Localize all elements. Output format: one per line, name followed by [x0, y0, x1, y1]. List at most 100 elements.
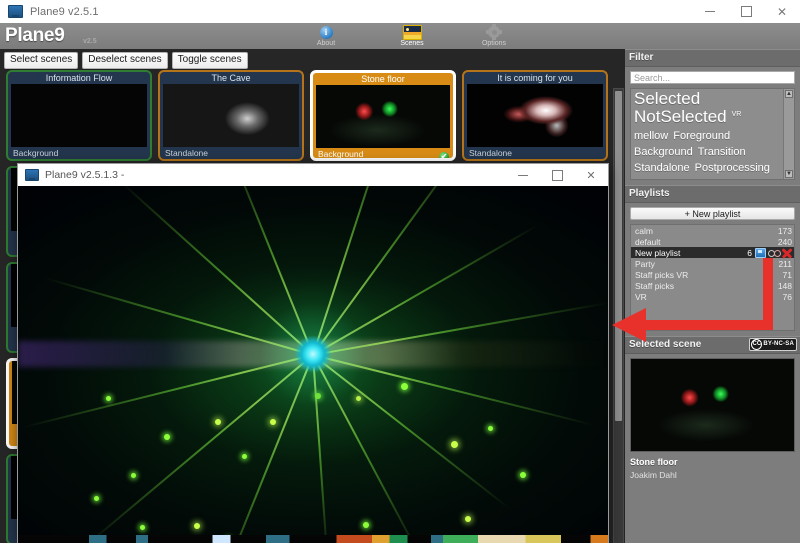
scroll-down-icon[interactable]: ▼ — [785, 170, 793, 178]
app-header: Plane9 v2.5 i About Scenes Options — [0, 23, 800, 50]
nav-tab-options[interactable]: Options — [457, 23, 531, 49]
window-controls: ✕ — [692, 0, 800, 23]
scenes-icon — [402, 24, 422, 40]
scene-category: Standalone — [165, 148, 209, 158]
delete-icon[interactable] — [781, 247, 793, 258]
tag-vr[interactable]: VR — [732, 111, 742, 118]
monitor-icon — [25, 169, 39, 181]
playlist-count: 148 — [777, 280, 792, 291]
close-button[interactable]: ✕ — [764, 0, 800, 23]
scene-toolbar: Select scenes Deselect scenes Toggle sce… — [0, 49, 800, 543]
nav-tab-scenes-label: Scenes — [400, 39, 424, 47]
scene-card-it-is-coming-for-you[interactable]: It is coming for you Standalone — [462, 70, 608, 161]
scene-thumbnail — [316, 85, 450, 148]
os-title-bar: Plane9 v2.5.1 ✕ — [0, 0, 800, 24]
info-icon: i — [319, 25, 333, 39]
tag-standalone[interactable]: Standalone — [634, 163, 690, 174]
playlist-count: 71 — [782, 269, 792, 280]
scene-card-stone-floor[interactable]: Stone floor Background ✔ — [310, 70, 456, 161]
creative-commons-icon: CC — [751, 339, 763, 350]
new-playlist-button[interactable]: + New playlist — [630, 207, 795, 220]
selected-scene-title-label: Selected scene — [629, 339, 702, 350]
list-item-selected[interactable]: New playlist 6 — [631, 247, 794, 258]
particle — [465, 516, 471, 522]
tag-notselected[interactable]: NotSelected — [634, 108, 727, 125]
scene-thumbnail — [11, 84, 147, 147]
playlist-name: Staff picks — [635, 280, 675, 291]
playlist-list[interactable]: calm 173 default 240 New playlist 6 Part… — [630, 224, 795, 331]
playlist-count: 76 — [782, 291, 792, 302]
tag-mellow[interactable]: mellow — [634, 130, 668, 142]
nav-tab-about[interactable]: i About — [289, 23, 363, 49]
scene-grid-scrollbar[interactable] — [613, 88, 624, 543]
playlist-count: 240 — [777, 236, 792, 247]
app-logo: Plane9 — [5, 25, 65, 46]
license-badge: CC BY-NC-SA — [749, 338, 797, 351]
particle — [194, 523, 200, 529]
tag-selected[interactable]: Selected — [634, 90, 700, 107]
playlist-name: New playlist — [635, 247, 681, 258]
window-title: Plane9 v2.5.1 — [30, 5, 99, 18]
tag-background[interactable]: Background — [634, 146, 693, 158]
list-item[interactable]: VR 76 — [631, 291, 794, 302]
playlist-count: 211 — [778, 258, 792, 269]
filter-panel-title: Filter — [625, 49, 800, 67]
select-scenes-button[interactable]: Select scenes — [4, 52, 79, 69]
selected-scene-name: Stone floor — [630, 457, 678, 467]
scene-selected-check-icon: ✔ — [439, 152, 449, 161]
preview-maximize-button[interactable] — [540, 164, 574, 186]
scene-thumbnail — [163, 84, 299, 147]
scene-title: It is coming for you — [497, 73, 573, 83]
gear-icon — [486, 24, 502, 40]
deselect-scenes-button[interactable]: Deselect scenes — [82, 52, 168, 69]
scene-category: Background — [318, 149, 364, 159]
visualization-canvas[interactable] — [18, 186, 608, 543]
preview-minimize-button[interactable] — [506, 164, 540, 186]
nav-tab-scenes[interactable]: Scenes — [375, 23, 449, 49]
maximize-button[interactable] — [728, 0, 764, 23]
monitor-icon[interactable] — [755, 247, 766, 258]
nav-tab-about-label: About — [316, 39, 336, 47]
app-version-label: v2.5 — [83, 38, 97, 45]
list-item[interactable]: default 240 — [631, 236, 794, 247]
playlist-name: Party — [635, 258, 655, 269]
scrollbar-thumb[interactable] — [615, 91, 622, 421]
particle — [520, 472, 526, 478]
particle — [488, 426, 493, 431]
scene-thumbnail — [467, 84, 603, 147]
right-sidebar: Filter Search... Selected NotSelected VR … — [625, 49, 800, 543]
scene-category: Background — [13, 148, 59, 158]
preview-close-button[interactable]: ✕ — [574, 164, 608, 186]
application-window: Plane9 v2.5.1 ✕ Plane9 v2.5 i About Scen… — [0, 0, 800, 543]
particle-core — [163, 203, 463, 504]
preview-window: Plane9 v2.5.1.3 - ✕ — [18, 164, 608, 543]
playlist-name: Staff picks VR — [635, 269, 689, 280]
particle — [140, 525, 145, 530]
tag-foreground[interactable]: Foreground — [673, 130, 730, 142]
scene-title: Stone floor — [361, 74, 405, 84]
settings-gears-icon[interactable] — [768, 249, 781, 257]
monitor-icon — [8, 5, 23, 18]
particle — [94, 496, 99, 501]
scene-card-information-flow[interactable]: Information Flow Background — [6, 70, 152, 161]
tag-postprocessing[interactable]: Postprocessing — [695, 163, 770, 174]
scene-card-the-cave[interactable]: The Cave Standalone — [158, 70, 304, 161]
playlist-count: 173 — [777, 225, 792, 236]
selected-scene-panel-title: Selected scene CC BY-NC-SA — [625, 336, 800, 354]
tag-cloud-scrollbar[interactable]: ▲ ▼ — [783, 89, 794, 179]
list-item[interactable]: Party 211 — [631, 258, 794, 269]
minimize-button[interactable] — [692, 0, 728, 23]
tag-filter-cloud[interactable]: Selected NotSelected VR mellow Foreground … — [630, 88, 795, 180]
particle — [131, 473, 136, 478]
scene-row: Information Flow Background The Cave Sta… — [0, 70, 612, 165]
list-item[interactable]: Staff picks 148 — [631, 280, 794, 291]
list-item[interactable]: calm 173 — [631, 225, 794, 236]
license-text: BY-NC-SA — [763, 341, 794, 347]
playlist-name: VR — [635, 291, 647, 302]
toggle-scenes-button[interactable]: Toggle scenes — [171, 52, 248, 69]
scroll-up-icon[interactable]: ▲ — [785, 90, 793, 98]
preview-window-title-bar[interactable]: Plane9 v2.5.1.3 - ✕ — [18, 164, 608, 187]
list-item[interactable]: Staff picks VR 71 — [631, 269, 794, 280]
search-input[interactable]: Search... — [630, 71, 795, 84]
tag-transition[interactable]: Transition — [698, 146, 746, 158]
